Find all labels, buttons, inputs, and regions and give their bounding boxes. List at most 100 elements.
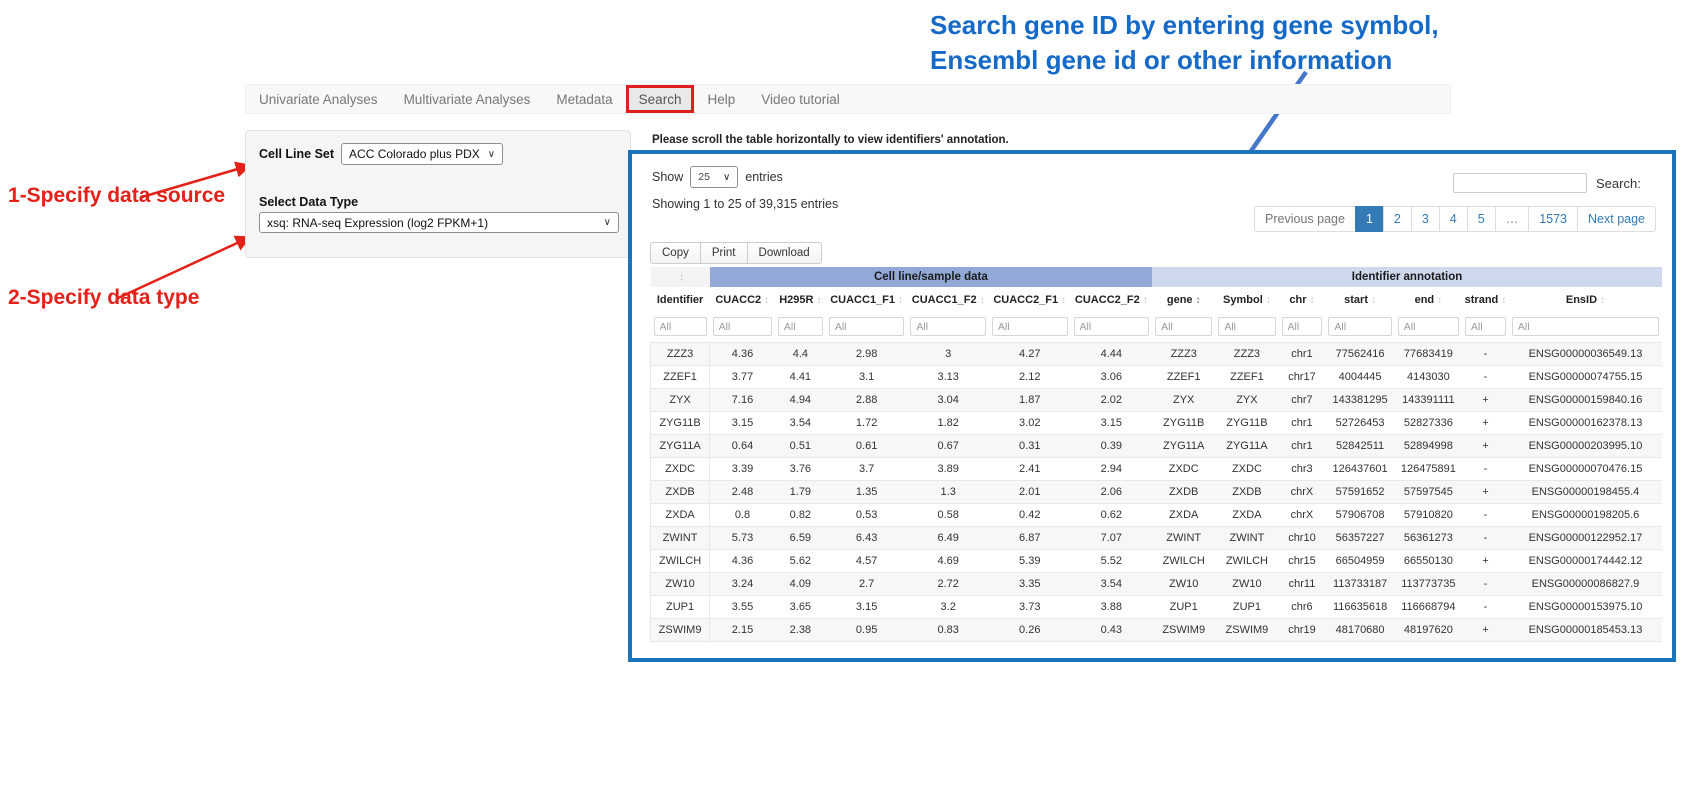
table-cell: 6.59 xyxy=(775,527,826,550)
nav-item-video-tutorial[interactable]: Video tutorial xyxy=(748,85,853,113)
col-header-symbol[interactable]: Symbol↕ xyxy=(1215,287,1278,313)
filter-cell xyxy=(651,313,710,343)
table-row: ZXDA0.80.820.530.580.420.62ZXDAZXDAchrX5… xyxy=(651,504,1663,527)
data-type-select[interactable]: xsq: RNA-seq Expression (log2 FPKM+1) ∨ xyxy=(259,212,619,233)
page-button-1573[interactable]: 1573 xyxy=(1528,206,1578,232)
table-cell: 77683419 xyxy=(1395,343,1462,366)
nav-item-multivariate-analyses[interactable]: Multivariate Analyses xyxy=(391,85,544,113)
annotation-step2: 2-Specify data type xyxy=(8,286,199,310)
table-cell: ZWINT xyxy=(1215,527,1278,550)
col-header-cuacc2-f2[interactable]: CUACC2_F2↕ xyxy=(1071,287,1153,313)
filter-input-chr[interactable] xyxy=(1282,317,1323,336)
table-cell: 57591652 xyxy=(1325,481,1394,504)
search-input[interactable] xyxy=(1453,173,1587,193)
table-cell: 6.87 xyxy=(989,527,1071,550)
row-identifier: ZW10 xyxy=(651,573,710,596)
table-cell: chr1 xyxy=(1279,343,1326,366)
filter-cell xyxy=(1152,313,1215,343)
show-label: Show xyxy=(652,170,683,184)
table-cell: ZYG11A xyxy=(1215,435,1278,458)
col-header-label: CUACC2 xyxy=(715,294,761,306)
col-header-strand[interactable]: strand↕ xyxy=(1462,287,1509,313)
filter-input-gene[interactable] xyxy=(1155,317,1212,336)
table-cell: ZZEF1 xyxy=(1215,366,1278,389)
column-header-row: IdentifierCUACC2↕H295R↕CUACC1_F1↕CUACC1_… xyxy=(651,287,1663,313)
copy-button[interactable]: Copy xyxy=(650,242,701,264)
col-header-end[interactable]: end↕ xyxy=(1395,287,1462,313)
table-cell: 0.39 xyxy=(1071,435,1153,458)
col-header-gene[interactable]: gene↕ xyxy=(1152,287,1215,313)
nav-item-univariate-analyses[interactable]: Univariate Analyses xyxy=(246,85,391,113)
table-cell: 3.13 xyxy=(907,366,989,389)
filter-input-ensid[interactable] xyxy=(1512,317,1659,336)
table-cell: 3.35 xyxy=(989,573,1071,596)
nav-item-search[interactable]: Search xyxy=(626,85,695,113)
table-cell: 0.64 xyxy=(710,435,775,458)
table-cell: 4.4 xyxy=(775,343,826,366)
col-header-ensid[interactable]: EnsID↕ xyxy=(1509,287,1662,313)
sort-icon: ↕ xyxy=(764,295,769,306)
results-table: ↕ Cell line/sample data Identifier annot… xyxy=(650,267,1662,642)
group-header-empty[interactable]: ↕ xyxy=(651,267,710,287)
table-cell: 2.12 xyxy=(989,366,1071,389)
filter-input-cuacc2-f2[interactable] xyxy=(1074,317,1150,336)
col-header-start[interactable]: start↕ xyxy=(1325,287,1394,313)
table-cell: + xyxy=(1462,412,1509,435)
page-button-next-page[interactable]: Next page xyxy=(1577,206,1656,232)
export-buttons: CopyPrintDownload xyxy=(650,242,822,264)
col-header-cuacc2-f1[interactable]: CUACC2_F1↕ xyxy=(989,287,1071,313)
table-row: ZUP13.553.653.153.23.733.88ZUP1ZUP1chr61… xyxy=(651,596,1663,619)
table-cell: ENSG00000070476.15 xyxy=(1509,458,1662,481)
filter-input-h295r[interactable] xyxy=(778,317,823,336)
sort-icon: ↕ xyxy=(1501,295,1506,306)
col-header-h295r[interactable]: H295R↕ xyxy=(775,287,826,313)
filter-input-cuacc1-f1[interactable] xyxy=(829,317,905,336)
page-button-3[interactable]: 3 xyxy=(1411,206,1440,232)
table-cell: 2.01 xyxy=(989,481,1071,504)
table-cell: ZWILCH xyxy=(1215,550,1278,573)
filter-input-cuacc2-f1[interactable] xyxy=(992,317,1068,336)
nav-item-metadata[interactable]: Metadata xyxy=(543,85,625,113)
table-cell: 2.38 xyxy=(775,619,826,642)
col-header-cuacc1-f1[interactable]: CUACC1_F1↕ xyxy=(826,287,908,313)
filter-input-end[interactable] xyxy=(1398,317,1459,336)
col-header-cuacc2[interactable]: CUACC2↕ xyxy=(710,287,775,313)
table-cell: ENSG00000174442.12 xyxy=(1509,550,1662,573)
filter-input-start[interactable] xyxy=(1328,317,1391,336)
col-header-identifier[interactable]: Identifier xyxy=(651,287,710,313)
cell-line-set-select[interactable]: ACC Colorado plus PDX ∨ xyxy=(341,143,503,165)
page-length-select[interactable]: 25 ∨ xyxy=(690,166,738,188)
table-cell: 52827336 xyxy=(1395,412,1462,435)
nav-item-help[interactable]: Help xyxy=(694,85,748,113)
row-identifier: ZSWIM9 xyxy=(651,619,710,642)
filter-input-identifier[interactable] xyxy=(654,317,707,336)
table-cell: 1.82 xyxy=(907,412,989,435)
table-info: Showing 1 to 25 of 39,315 entries xyxy=(652,197,838,211)
table-cell: 3.65 xyxy=(775,596,826,619)
row-identifier: ZZEF1 xyxy=(651,366,710,389)
page-button-4[interactable]: 4 xyxy=(1439,206,1468,232)
table-cell: - xyxy=(1462,366,1509,389)
table-cell: 1.87 xyxy=(989,389,1071,412)
filter-input-strand[interactable] xyxy=(1465,317,1506,336)
table-cell: ZZZ3 xyxy=(1152,343,1215,366)
filter-input-symbol[interactable] xyxy=(1218,317,1275,336)
page-button-1[interactable]: 1 xyxy=(1355,206,1384,232)
col-header-label: CUACC2_F1 xyxy=(993,294,1058,306)
table-cell: 143391111 xyxy=(1395,389,1462,412)
page-button-2[interactable]: 2 xyxy=(1383,206,1412,232)
table-cell: ENSG00000198205.6 xyxy=(1509,504,1662,527)
col-header-label: Symbol xyxy=(1223,294,1263,306)
table-cell: 0.61 xyxy=(826,435,908,458)
table-row: ZWINT5.736.596.436.496.877.07ZWINTZWINTc… xyxy=(651,527,1663,550)
filter-input-cuacc1-f2[interactable] xyxy=(910,317,986,336)
download-button[interactable]: Download xyxy=(747,242,822,264)
page-button-previous-page[interactable]: Previous page xyxy=(1254,206,1356,232)
filter-input-cuacc2[interactable] xyxy=(713,317,772,336)
print-button[interactable]: Print xyxy=(700,242,748,264)
page-button-5[interactable]: 5 xyxy=(1467,206,1496,232)
group-header-row: ↕ Cell line/sample data Identifier annot… xyxy=(651,267,1663,287)
col-header-cuacc1-f2[interactable]: CUACC1_F2↕ xyxy=(907,287,989,313)
table-cell: ZYG11B xyxy=(1215,412,1278,435)
col-header-chr[interactable]: chr↕ xyxy=(1279,287,1326,313)
